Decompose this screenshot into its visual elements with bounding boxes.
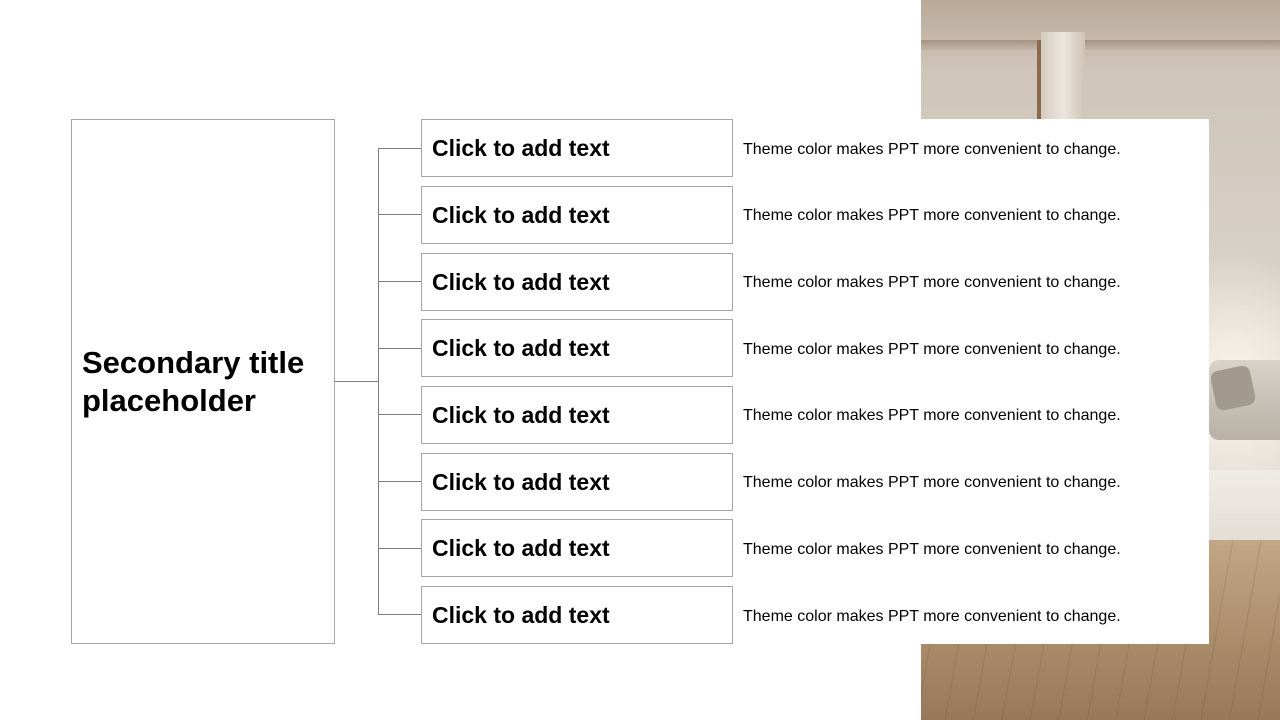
description-3[interactable]: Theme color makes PPT more convenient to… [743,254,1203,312]
secondary-title[interactable]: Secondary title placeholder [82,344,332,420]
pillar [1041,32,1085,122]
text-box-1[interactable]: Click to add text [421,119,733,177]
connector-branch [378,214,421,215]
description-4[interactable]: Theme color makes PPT more convenient to… [743,321,1203,379]
title-box[interactable]: Secondary title placeholder [71,119,335,644]
description-8[interactable]: Theme color makes PPT more convenient to… [743,588,1203,646]
text-box-2[interactable]: Click to add text [421,186,733,244]
connector-branch [378,614,421,615]
description-1[interactable]: Theme color makes PPT more convenient to… [743,121,1203,179]
text-box-3[interactable]: Click to add text [421,253,733,311]
connector-branch [378,148,421,149]
ceiling-beam [921,40,1280,50]
rug [1209,470,1280,545]
connector-branch [378,281,421,282]
text-box-4[interactable]: Click to add text [421,319,733,377]
connector-branch [378,414,421,415]
description-5[interactable]: Theme color makes PPT more convenient to… [743,387,1203,445]
text-box-5[interactable]: Click to add text [421,386,733,444]
connector-branch [378,348,421,349]
connector-branch [378,548,421,549]
connector-branch [378,481,421,482]
description-2[interactable]: Theme color makes PPT more convenient to… [743,187,1203,245]
description-6[interactable]: Theme color makes PPT more convenient to… [743,454,1203,512]
slide: Secondary title placeholder Click to add… [0,0,1280,720]
sofa-cushion [1209,364,1257,412]
text-box-8[interactable]: Click to add text [421,586,733,644]
text-box-6[interactable]: Click to add text [421,453,733,511]
text-box-7[interactable]: Click to add text [421,519,733,577]
connector-main-horizontal [335,381,379,382]
description-7[interactable]: Theme color makes PPT more convenient to… [743,521,1203,579]
connector-vertical-spine [378,148,379,615]
